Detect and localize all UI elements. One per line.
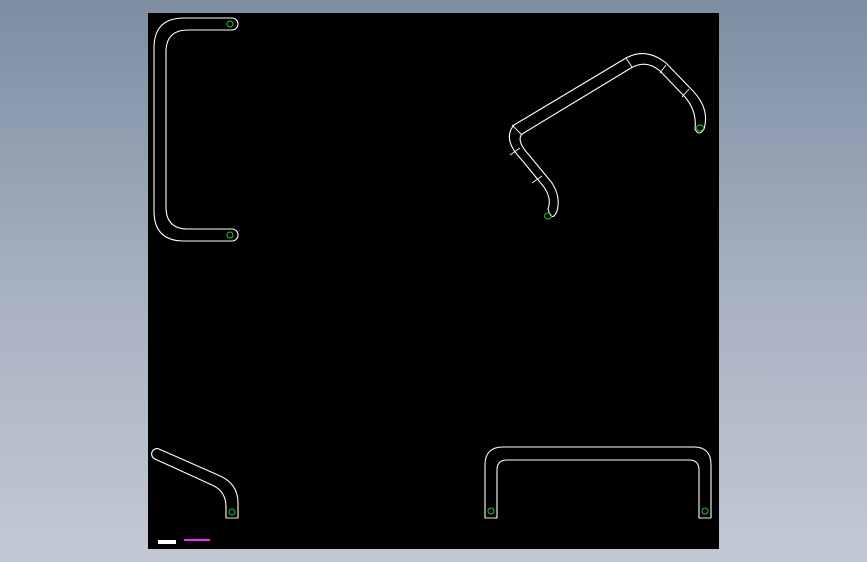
wide-u-right-end-marker xyxy=(701,507,709,515)
top-right-bent-tube-view xyxy=(508,52,707,220)
wide-u-outer-edge xyxy=(484,446,712,519)
u-tube-bottom-end-marker xyxy=(226,231,234,239)
top-left-u-tube-view xyxy=(153,17,239,242)
bent-tube-end-marker xyxy=(696,124,704,132)
short-tube-start-cap xyxy=(151,448,160,460)
cad-viewport[interactable] xyxy=(0,0,867,562)
bottom-left-bent-tube-view xyxy=(151,448,239,519)
bent-tube-seam xyxy=(625,57,633,68)
bent-tube-seam xyxy=(511,124,523,136)
title-block-drawing-number xyxy=(184,539,210,541)
drawing-sheet[interactable] xyxy=(148,13,719,549)
bent-tube-seam xyxy=(509,147,521,156)
bent-tube-lower-edge xyxy=(519,63,696,212)
short-tube-end-marker xyxy=(228,508,236,516)
title-block xyxy=(158,539,210,544)
u-tube-top-end-marker xyxy=(226,20,234,28)
cad-drawing xyxy=(151,17,712,544)
wide-u-left-end-marker xyxy=(487,507,495,515)
bent-tube-seam xyxy=(681,88,690,98)
bottom-right-u-tube-view xyxy=(484,446,712,519)
short-tube-lower-edge xyxy=(154,458,227,519)
bent-tube-upper-edge xyxy=(508,52,707,210)
bent-tube-end-marker xyxy=(544,212,552,220)
wide-u-inner-edge xyxy=(496,459,700,519)
u-tube-inner-edge xyxy=(165,29,233,230)
title-block-logo xyxy=(158,540,176,544)
bent-tube-seam xyxy=(659,64,667,74)
